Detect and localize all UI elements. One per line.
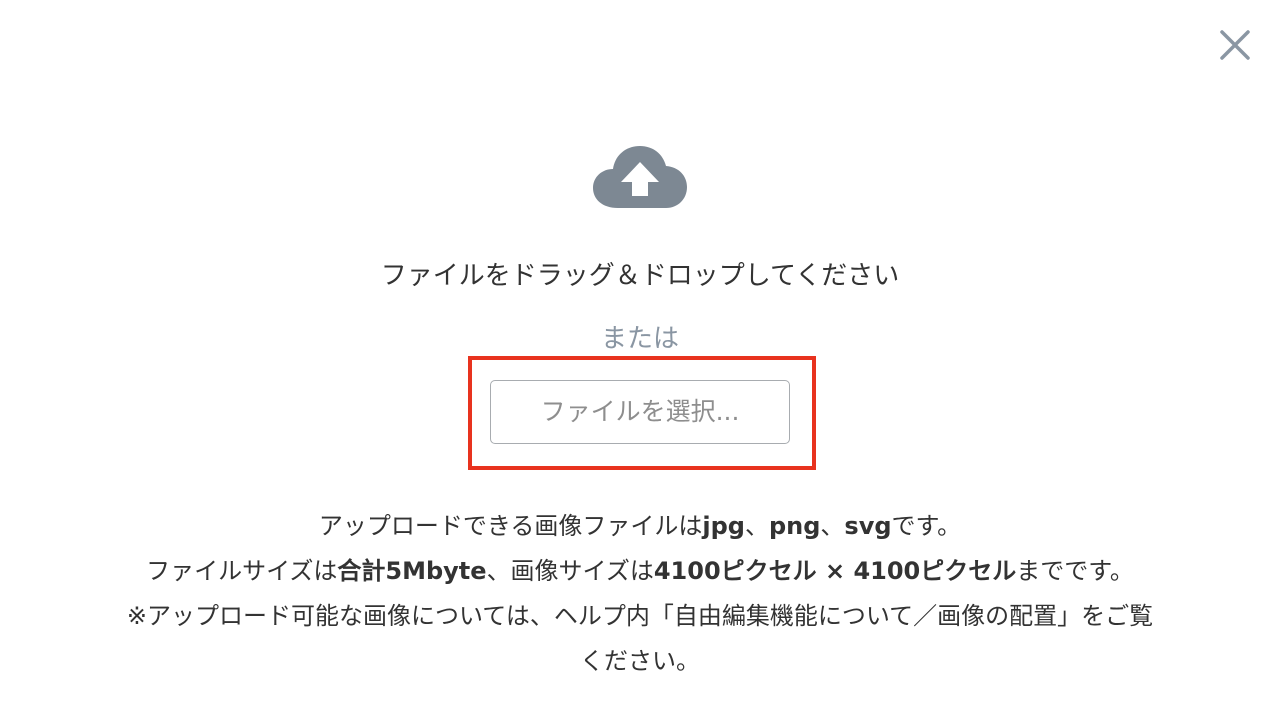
cloud-upload-icon [593,146,687,208]
info-text: までです。 [1016,557,1134,585]
info-text: ファイルサイズは [146,557,338,585]
size-limit-line: ファイルサイズは合計5Mbyte、画像サイズは4100ピクセル × 4100ピク… [0,549,1280,594]
file-type-svg: svg [844,512,892,540]
info-text: 、 [744,512,769,540]
total-size-limit: 合計5Mbyte [337,557,487,585]
file-type-jpg: jpg [702,512,745,540]
drop-instruction-text: ファイルをドラッグ＆ドロップしてください [380,261,900,291]
info-text: アップロードできる画像ファイルは [318,512,703,540]
help-note-line: ※アップロード可能な画像については、ヘルプ内「自由編集機能について／画像の配置」… [126,602,1154,630]
help-note-line-end: ください。 [580,647,700,675]
pixel-size-limit: 4100ピクセル × 4100ピクセル [653,557,1017,585]
info-text: です。 [891,512,962,540]
or-label: または [600,324,679,354]
info-text: 、画像サイズは [486,557,654,585]
allowed-types-line: アップロードできる画像ファイルはjpg、png、svgです。 [0,504,1280,549]
info-text: 、 [820,512,845,540]
upload-modal: ファイルをドラッグ＆ドロップしてください または ファイルを選択... アップロ… [0,0,1280,720]
drop-zone[interactable]: ファイルをドラッグ＆ドロップしてください または ファイルを選択... アップロ… [0,0,1280,720]
select-file-button[interactable]: ファイルを選択... [490,380,790,444]
upload-info: アップロードできる画像ファイルはjpg、png、svgです。 ファイルサイズは合… [0,504,1280,684]
file-type-png: png [768,512,821,540]
